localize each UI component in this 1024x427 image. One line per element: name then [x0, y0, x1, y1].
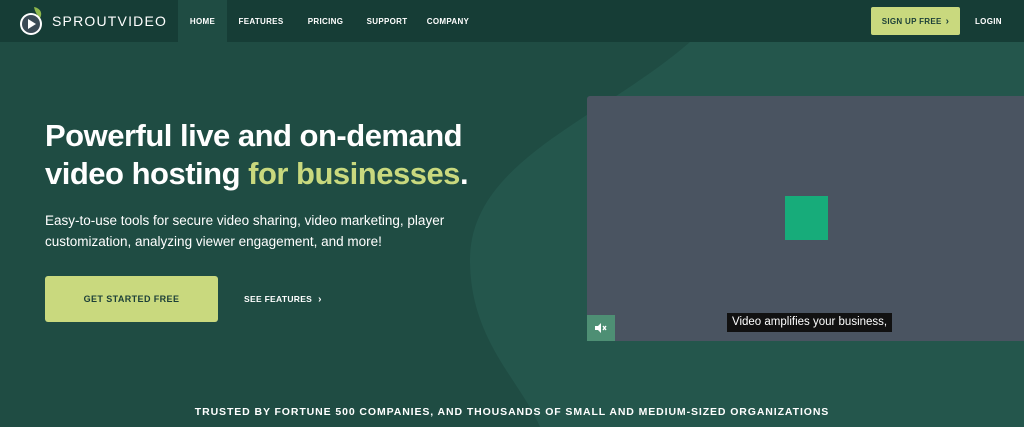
trusted-by-text: TRUSTED BY FORTUNE 500 COMPANIES, AND TH…: [194, 406, 830, 418]
mute-button[interactable]: [587, 315, 615, 341]
video-player[interactable]: Video amplifies your business,: [587, 96, 1024, 341]
nav-item-label: COMPANY: [426, 16, 470, 26]
video-caption: Video amplifies your business,: [727, 313, 893, 332]
chevron-right-icon: ›: [318, 293, 322, 305]
speaker-muted-icon: [595, 323, 607, 333]
nav-item-company[interactable]: COMPANY: [418, 0, 478, 42]
nav-item-features[interactable]: FEATURES: [227, 0, 295, 42]
hero-subtext: Easy-to-use tools for secure video shari…: [45, 213, 445, 249]
nav-item-label: HOME: [189, 16, 216, 26]
headline-line-1: Powerful live and on-demand: [45, 118, 463, 153]
nav-item-label: FEATURES: [238, 16, 284, 26]
headline-end: .: [459, 156, 469, 191]
top-nav-bar: SPROUTVIDEO HOME FEATURES PRICING SUPPOR…: [0, 0, 1024, 42]
sign-up-free-button[interactable]: SIGN UP FREE ›: [871, 7, 960, 35]
sprout-play-icon: [18, 5, 46, 37]
nav-item-label: PRICING: [307, 16, 344, 26]
nav-item-pricing[interactable]: PRICING: [295, 0, 356, 42]
cta-label: GET STARTED FREE: [83, 294, 180, 304]
login-link[interactable]: LOGIN: [975, 0, 1002, 42]
chevron-right-icon: ›: [945, 15, 950, 27]
see-features-link[interactable]: SEE FEATURES ›: [244, 292, 322, 306]
headline-line-2-start: video hosting: [45, 156, 249, 191]
video-frame-square: [785, 196, 828, 240]
nav-item-label: SUPPORT: [366, 16, 408, 26]
nav-item-home[interactable]: HOME: [178, 0, 227, 42]
nav-item-support[interactable]: SUPPORT: [356, 0, 418, 42]
hero-headline: Powerful live and on-demand video hostin…: [45, 117, 515, 193]
page: SPROUTVIDEO HOME FEATURES PRICING SUPPOR…: [0, 0, 1024, 427]
sign-up-label: SIGN UP FREE: [881, 16, 942, 26]
see-features-label: SEE FEATURES: [244, 294, 313, 304]
sproutvideo-logo[interactable]: SPROUTVIDEO: [18, 5, 167, 37]
brand-name: SPROUTVIDEO: [52, 13, 168, 29]
headline-accent: for businesses: [248, 156, 460, 191]
get-started-free-button[interactable]: GET STARTED FREE: [45, 276, 218, 322]
main-nav: HOME FEATURES PRICING SUPPORT COMPANY: [178, 0, 478, 42]
